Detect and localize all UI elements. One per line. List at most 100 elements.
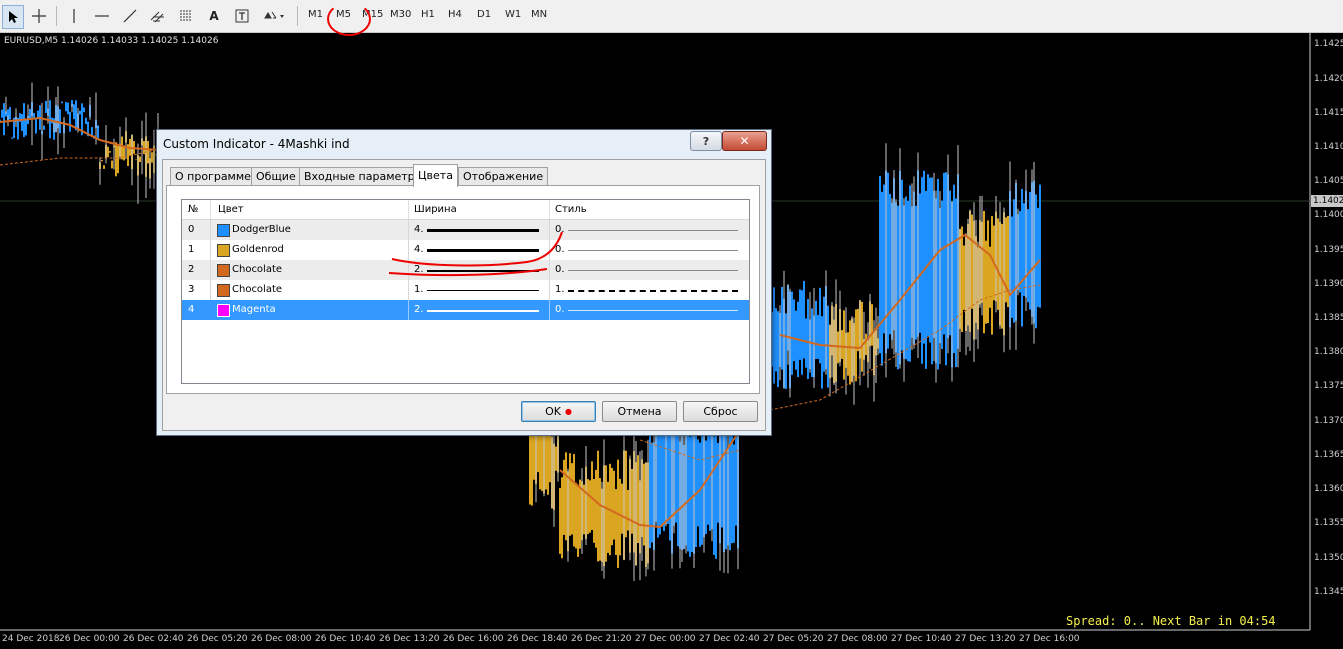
dialog-title: Custom Indicator - 4Mashki ind [163, 137, 350, 151]
timeframe-m1-button[interactable]: M1 [308, 9, 323, 20]
time-label: 27 Dec 05:20 [763, 634, 824, 644]
red-underline-annotation [388, 231, 563, 277]
tab-colors[interactable]: Цвета [413, 164, 458, 187]
equidistant-channel-tool-icon[interactable] [147, 5, 169, 27]
price-label: 1.1375 [1314, 381, 1343, 391]
grid-header: № Цвет Ширина Стиль [182, 200, 749, 220]
reset-button[interactable]: Сброс [683, 401, 758, 422]
price-label: 1.1350 [1314, 553, 1343, 563]
current-price-label: 1.14026 [1311, 195, 1343, 207]
price-label: 1.1345 [1314, 587, 1343, 597]
color-swatch[interactable] [217, 244, 230, 257]
column-header-width: Ширина [414, 204, 457, 215]
time-label: 26 Dec 00:00 [59, 634, 120, 644]
timeframe-h1-button[interactable]: H1 [421, 9, 435, 20]
timeframe-d1-button[interactable]: D1 [477, 9, 491, 20]
default-dot-icon: ● [564, 407, 572, 416]
color-swatch[interactable] [217, 284, 230, 297]
custom-indicator-dialog: Custom Indicator - 4Mashki ind ? ✕ О про… [156, 129, 772, 436]
toolbar-separator [56, 6, 57, 26]
color-name: Chocolate [232, 284, 283, 295]
trendline-tool-icon[interactable] [119, 5, 141, 27]
vertical-line-tool-icon[interactable] [64, 5, 84, 27]
time-label: 26 Dec 16:00 [443, 634, 504, 644]
fibonacci-tool-icon[interactable] [175, 5, 197, 27]
price-label: 1.1385 [1314, 313, 1343, 323]
timeframe-mn-button[interactable]: MN [531, 9, 547, 20]
style-preview-line [568, 270, 738, 271]
price-label: 1.1355 [1314, 518, 1343, 528]
column-header-number: № [188, 204, 199, 215]
row-number: 2 [188, 264, 195, 275]
timeframe-h4-button[interactable]: H4 [448, 9, 462, 20]
horizontal-line-tool-icon[interactable] [91, 5, 113, 27]
row-number: 4 [188, 304, 195, 315]
tab-visualization[interactable]: Отображение [458, 167, 549, 186]
symbol-info: EURUSD,M5 1.14026 1.14033 1.14025 1.1402… [4, 36, 219, 46]
price-label: 1.1410 [1314, 142, 1343, 152]
timeframe-w1-button[interactable]: W1 [505, 9, 521, 20]
time-label: 26 Dec 08:00 [251, 634, 312, 644]
tab-about[interactable]: О программе [170, 167, 256, 186]
arrows-tool-icon[interactable] [260, 5, 288, 27]
cancel-button[interactable]: Отмена [602, 401, 677, 422]
column-header-style: Стиль [555, 204, 587, 215]
style-preview-line [568, 230, 738, 231]
time-label: 26 Dec 02:40 [123, 634, 184, 644]
time-label: 26 Dec 05:20 [187, 634, 248, 644]
color-name: Goldenrod [232, 244, 284, 255]
cursor-tool-icon[interactable] [2, 5, 24, 29]
time-label: 26 Dec 18:40 [507, 634, 568, 644]
width-value[interactable]: 1. [414, 284, 424, 295]
close-button[interactable]: ✕ [722, 131, 767, 151]
spread-timer-label: Spread: 0.. Next Bar in 04:54 [1066, 614, 1276, 628]
text-tool-icon[interactable]: A [203, 5, 225, 27]
time-label: 26 Dec 13:20 [379, 634, 440, 644]
color-swatch[interactable] [217, 264, 230, 277]
color-name: Magenta [232, 304, 276, 315]
price-label: 1.1360 [1314, 484, 1343, 494]
width-value[interactable]: 2. [414, 304, 424, 315]
time-label: 26 Dec 10:40 [315, 634, 376, 644]
row-number: 0 [188, 224, 195, 235]
table-row-selected[interactable]: 4 Magenta 2. 0. [182, 300, 749, 320]
price-label: 1.1415 [1314, 108, 1343, 118]
price-label: 1.1425 [1314, 39, 1343, 49]
ok-button-label: OK [545, 405, 561, 418]
color-name: DodgerBlue [232, 224, 291, 235]
column-header-color: Цвет [218, 204, 244, 215]
price-label: 1.1395 [1314, 245, 1343, 255]
color-swatch[interactable] [217, 224, 230, 237]
price-label: 1.1390 [1314, 279, 1343, 289]
tab-inputs[interactable]: Входные параметры [299, 167, 429, 186]
time-label: 27 Dec 13:20 [955, 634, 1016, 644]
price-label: 1.1420 [1314, 74, 1343, 84]
price-label: 1.1400 [1314, 210, 1343, 220]
style-value[interactable]: 1. [555, 284, 565, 295]
time-label: 27 Dec 00:00 [635, 634, 696, 644]
red-circle-annotation [327, 2, 371, 36]
tab-common[interactable]: Общие [251, 167, 301, 186]
color-name: Chocolate [232, 264, 283, 275]
table-row[interactable]: 3 Chocolate 1. 1. [182, 280, 749, 300]
price-label: 1.1365 [1314, 450, 1343, 460]
toolbar-separator [297, 6, 298, 26]
toolbar: A M1 M5 M15 M30 H1 H4 D1 W1 MN [0, 0, 1343, 36]
time-label: 27 Dec 02:40 [699, 634, 760, 644]
row-number: 1 [188, 244, 195, 255]
time-label: 27 Dec 16:00 [1019, 634, 1080, 644]
style-preview-line [568, 310, 738, 311]
help-button[interactable]: ? [690, 131, 722, 151]
price-label: 1.1405 [1314, 176, 1343, 186]
time-label: 24 Dec 2018 [2, 634, 60, 644]
text-label-tool-icon[interactable] [231, 5, 253, 27]
style-preview-line [568, 250, 738, 251]
time-label: 27 Dec 10:40 [891, 634, 952, 644]
width-preview-line [427, 290, 539, 291]
color-swatch[interactable] [217, 304, 230, 317]
price-label: 1.1380 [1314, 347, 1343, 357]
ok-button[interactable]: OK ● [521, 401, 596, 422]
crosshair-tool-icon[interactable] [28, 5, 50, 27]
style-value[interactable]: 0. [555, 304, 565, 315]
timeframe-m30-button[interactable]: M30 [390, 9, 411, 20]
